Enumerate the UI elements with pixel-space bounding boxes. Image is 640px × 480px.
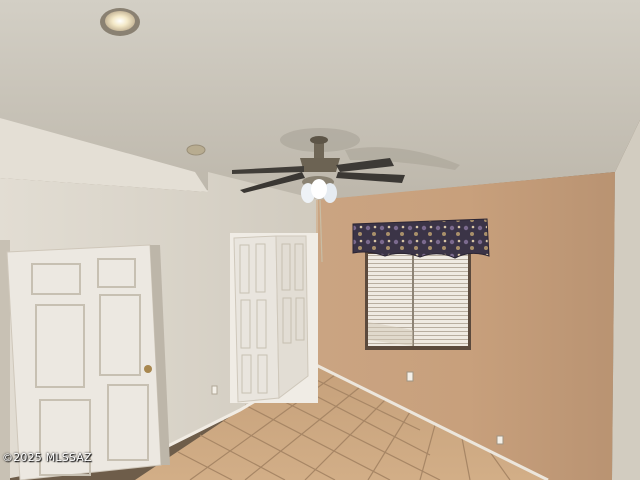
smoke-detector-icon bbox=[186, 144, 206, 156]
window bbox=[365, 252, 471, 350]
door-knob bbox=[144, 365, 152, 373]
right-wall bbox=[612, 120, 640, 480]
wall-outlet-3 bbox=[211, 385, 218, 395]
recessed-light-icon bbox=[100, 8, 140, 36]
wall-outlet bbox=[406, 371, 414, 382]
window-valance bbox=[352, 218, 490, 259]
wall-outlet-2 bbox=[496, 435, 504, 445]
closet-doors bbox=[233, 235, 309, 403]
entry-door bbox=[6, 244, 162, 480]
copyright-watermark: ©2025 MLSSAZ bbox=[2, 451, 92, 464]
bedroom-photo: ©2025 MLSSAZ bbox=[0, 0, 640, 480]
room-illustration bbox=[0, 0, 640, 480]
